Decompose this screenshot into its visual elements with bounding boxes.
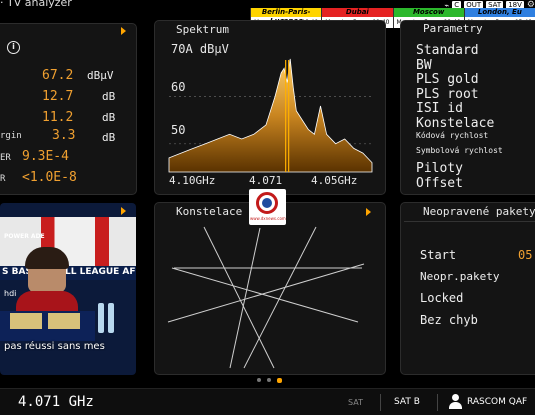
sat-input: SAT B bbox=[394, 397, 420, 407]
parameter-item: Konstelace bbox=[416, 115, 495, 131]
parameter-item: Piloty bbox=[416, 161, 463, 176]
logo-text: www.dxnews.com bbox=[250, 216, 286, 221]
divider bbox=[380, 394, 381, 411]
packets-item: Neopr.pakety bbox=[420, 270, 500, 283]
page-dot[interactable] bbox=[257, 378, 261, 382]
water-bottle bbox=[108, 303, 114, 333]
margin-value: 3.3 bbox=[52, 128, 76, 143]
city-name: London, Eu bbox=[464, 8, 535, 17]
video-preview: POWER ADE S BASKETBALL LEAGUE AFR hdi pa… bbox=[0, 203, 136, 375]
channel-name: RASCOM QAF bbox=[467, 397, 528, 407]
margin-label: rgin bbox=[0, 131, 22, 141]
constellation-diagram bbox=[167, 226, 365, 369]
mer-value: 11.2 bbox=[42, 110, 74, 125]
ber-label: ER bbox=[0, 153, 11, 163]
stamp-label: hdi bbox=[4, 289, 17, 298]
parameters-title: Parametry bbox=[423, 22, 483, 35]
level-value: 67.2 bbox=[42, 68, 74, 83]
mer-unit: dB bbox=[102, 111, 116, 124]
expand-arrow-icon[interactable] bbox=[121, 207, 126, 215]
cn-unit: dB bbox=[102, 90, 116, 103]
parameter-item: Offset bbox=[416, 175, 463, 191]
packets-header-bar bbox=[404, 221, 535, 222]
parameter-item: PLS root bbox=[416, 86, 479, 102]
app-title: · TV analyzer bbox=[0, 0, 72, 9]
packets-item: Bez chyb bbox=[420, 313, 478, 327]
subtitle-text: pas réussi sans mes bbox=[4, 341, 105, 352]
water-bottle bbox=[98, 303, 104, 333]
bottom-bar: 4.071 GHz SAT SAT B RASCOM QAF bbox=[0, 388, 535, 415]
start-label: Start bbox=[420, 248, 457, 262]
parameter-item: PLS gold bbox=[416, 72, 479, 87]
expand-arrow-icon[interactable] bbox=[121, 27, 126, 35]
city-name: Dubai bbox=[322, 8, 393, 17]
y-tick-label: 50 bbox=[171, 123, 186, 137]
sat-logo-icon: SAT bbox=[348, 398, 363, 407]
x-tick-label: 4.10GHz bbox=[169, 174, 216, 187]
per-label: R bbox=[0, 174, 6, 184]
packets-panel bbox=[400, 202, 535, 375]
spectrum-title: Spektrum bbox=[176, 23, 229, 36]
user-icon bbox=[448, 394, 462, 410]
city-name: Moscow bbox=[393, 8, 464, 17]
page-dot-active[interactable] bbox=[277, 378, 282, 383]
league-banner-text: S BASKETBALL LEAGUE AFR bbox=[2, 267, 136, 277]
x-tick-label: 4.071 bbox=[249, 174, 283, 187]
divider bbox=[437, 394, 438, 411]
parameter-item: BW bbox=[416, 57, 432, 73]
page-dot[interactable] bbox=[267, 378, 271, 382]
dxnews-logo: www.dxnews.com bbox=[249, 189, 286, 225]
ber-value: 9.3E-4 bbox=[22, 149, 69, 164]
spectrum-ref-label: 70A dBµV bbox=[171, 42, 229, 56]
start-value: 05 bbox=[518, 248, 533, 262]
per-value: <1.0E-8 bbox=[22, 170, 77, 185]
parameter-item: ISI id bbox=[416, 101, 463, 116]
parameter-item: Symbolová rychlost bbox=[416, 145, 503, 155]
x-tick-label: 4.05GHz bbox=[311, 174, 358, 187]
packets-title: Neopravené pakety bbox=[423, 205, 535, 218]
nameplate bbox=[10, 313, 42, 329]
parameter-item: Kódová rychlost bbox=[416, 131, 489, 140]
level-unit: dBµV bbox=[87, 69, 114, 82]
info-icon[interactable]: i bbox=[7, 41, 20, 54]
cn-value: 12.7 bbox=[42, 89, 74, 104]
y-tick-label: 60 bbox=[171, 80, 186, 94]
nameplate bbox=[48, 313, 80, 329]
logo-globe bbox=[262, 198, 272, 208]
frequency-readout: 4.071 GHz bbox=[18, 394, 94, 410]
parameter-item: Standard bbox=[416, 43, 479, 58]
packets-item: Locked bbox=[420, 291, 464, 305]
margin-unit: dB bbox=[102, 131, 116, 144]
city-name: Berlin-Paris-Lucenec bbox=[251, 8, 322, 25]
sponsor-label: POWER ADE bbox=[4, 233, 45, 240]
